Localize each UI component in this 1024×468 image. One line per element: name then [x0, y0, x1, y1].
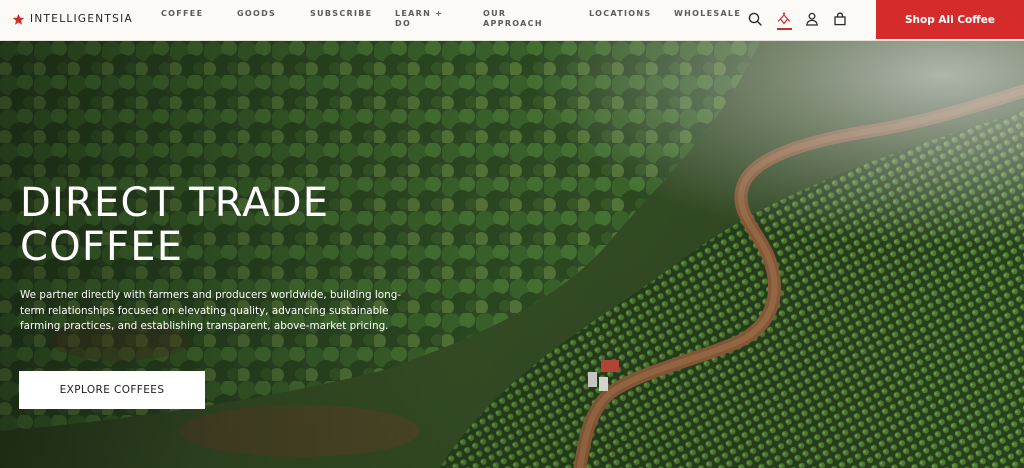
nav-item-locations[interactable]: LOCATIONS — [589, 9, 651, 19]
hero-title-line-1: DIRECT TRADE — [20, 180, 330, 226]
hero-title: DIRECT TRADE COFFEE — [20, 181, 440, 269]
star-icon — [12, 13, 25, 25]
brand-name: INTELLIGENTSIA — [30, 13, 133, 25]
nav-item-wholesale[interactable]: WHOLESALE — [674, 9, 741, 19]
hero-title-line-2: COFFEE — [20, 224, 184, 270]
cart-icon[interactable] — [832, 11, 848, 27]
nav-item-subscribe[interactable]: SUBSCRIBE — [310, 9, 372, 19]
shop-all-coffee-button[interactable]: Shop All Coffee — [876, 0, 1024, 39]
nav-item-learn-do[interactable]: LEARN + DO — [395, 9, 453, 28]
shipping-icon[interactable] — [776, 11, 792, 27]
search-icon[interactable] — [747, 11, 763, 27]
brand-logo[interactable]: INTELLIGENTSIA — [12, 11, 133, 27]
site-header: INTELLIGENTSIA COFFEE GOODS SUBSCRIBE LE… — [0, 0, 1024, 41]
nav-item-our-approach[interactable]: OUR APPROACH — [483, 9, 547, 28]
nav-item-coffee[interactable]: COFFEE — [161, 9, 203, 19]
hero-section: DIRECT TRADE COFFEE We partner directly … — [0, 41, 1024, 468]
account-icon[interactable] — [804, 11, 820, 27]
nav-item-goods[interactable]: GOODS — [237, 9, 276, 19]
shipping-underline — [777, 28, 792, 30]
explore-coffees-button[interactable]: EXPLORE COFFEES — [19, 371, 205, 409]
hero-description: We partner directly with farmers and pro… — [20, 289, 402, 332]
